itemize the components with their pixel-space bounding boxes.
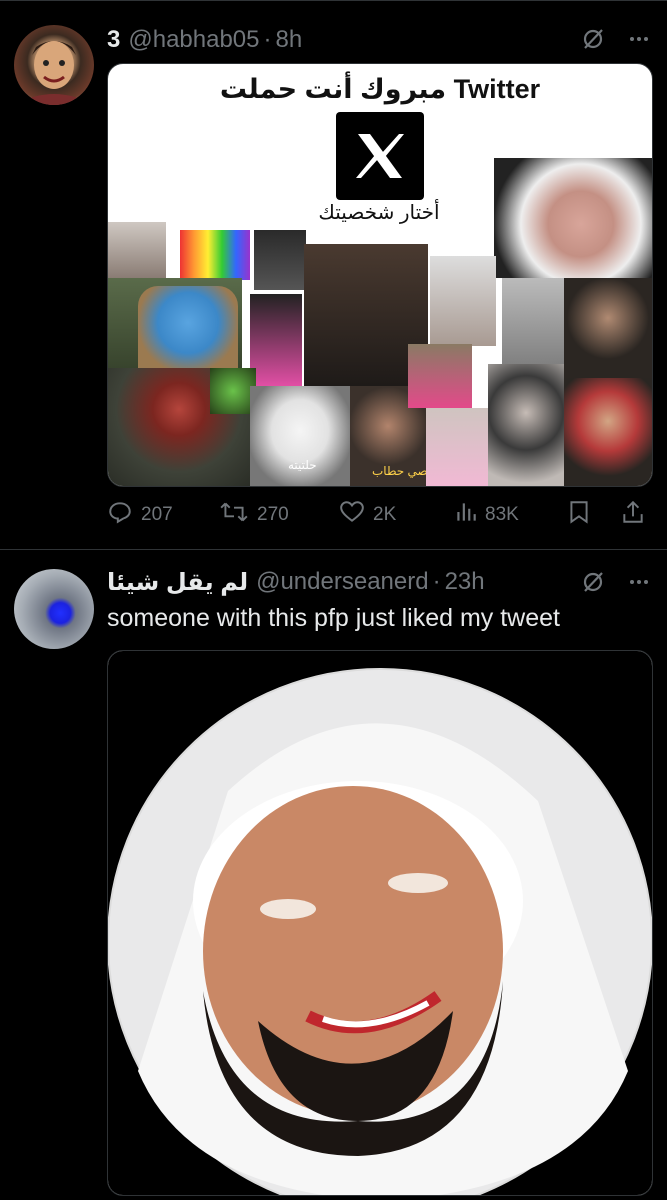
collage-photo bbox=[502, 278, 566, 378]
bookmark-icon bbox=[567, 499, 591, 531]
tweet-text: someone with this pfp just liked my twee… bbox=[107, 604, 560, 632]
tweet-actions: 207 270 2K 83K bbox=[107, 499, 651, 529]
collage-photo bbox=[488, 364, 564, 486]
reply-count: 207 bbox=[141, 504, 173, 525]
more-icon[interactable] bbox=[627, 570, 651, 594]
reply-button[interactable]: 207 bbox=[107, 499, 173, 531]
tweet-header: 3 @habhab05 · 8h bbox=[107, 25, 302, 55]
repost-icon bbox=[219, 499, 249, 531]
collage-photo bbox=[408, 344, 472, 408]
display-name[interactable]: 3 bbox=[107, 26, 120, 54]
repost-count: 270 bbox=[257, 504, 289, 525]
views-icon bbox=[455, 499, 477, 531]
profile-photo-illustration bbox=[108, 651, 652, 1195]
avatar[interactable] bbox=[14, 25, 94, 105]
collage-photo bbox=[138, 286, 238, 368]
repost-button[interactable]: 270 bbox=[219, 499, 289, 531]
views-count: 83K bbox=[485, 504, 519, 525]
collage-photo bbox=[430, 256, 496, 346]
grok-icon[interactable] bbox=[581, 27, 605, 51]
collage-photo bbox=[108, 222, 166, 278]
collage-photo bbox=[564, 378, 652, 486]
image-subcaption: أختار شخصيتك bbox=[318, 202, 440, 224]
like-icon bbox=[339, 499, 365, 531]
tweet-image-collage[interactable]: مبروك أنت حملت Twitter أختار شخصيتك حلتي… bbox=[107, 63, 653, 487]
display-name[interactable]: لم يقل شيئا bbox=[107, 568, 248, 597]
handle[interactable]: @underseanerd bbox=[256, 568, 428, 596]
collage-photo bbox=[254, 230, 306, 290]
bookmark-button[interactable] bbox=[567, 499, 591, 531]
collage-photo bbox=[564, 278, 652, 378]
like-button[interactable]: 2K bbox=[339, 499, 396, 531]
separator: · bbox=[432, 568, 441, 595]
x-logo-icon bbox=[336, 112, 424, 200]
handle[interactable]: @habhab05 bbox=[128, 26, 259, 54]
collage-photo bbox=[494, 158, 652, 278]
timestamp[interactable]: 23h bbox=[445, 568, 485, 596]
collage-photo bbox=[250, 294, 302, 386]
tweet-image[interactable] bbox=[107, 650, 653, 1196]
views-button[interactable]: 83K bbox=[455, 499, 519, 531]
reply-icon bbox=[107, 499, 133, 531]
collage-photo bbox=[426, 408, 488, 486]
grok-icon[interactable] bbox=[581, 570, 605, 594]
collage-photo bbox=[180, 230, 250, 280]
avatar[interactable] bbox=[14, 569, 94, 649]
more-icon[interactable] bbox=[627, 27, 651, 51]
tweet-1[interactable]: 3 @habhab05 · 8h مبروك أنت حملت Twitter … bbox=[0, 0, 667, 550]
like-count: 2K bbox=[373, 504, 397, 525]
tweet-header: لم يقل شيئا @underseanerd · 23h bbox=[107, 567, 485, 597]
image-caption: مبروك أنت حملت Twitter bbox=[219, 74, 541, 104]
collage-label: قصي حطاب bbox=[372, 464, 434, 478]
share-icon bbox=[621, 499, 645, 531]
collage-label: حلتيته bbox=[288, 458, 317, 472]
timestamp[interactable]: 8h bbox=[276, 26, 303, 54]
separator: · bbox=[263, 26, 272, 53]
share-button[interactable] bbox=[621, 499, 645, 531]
